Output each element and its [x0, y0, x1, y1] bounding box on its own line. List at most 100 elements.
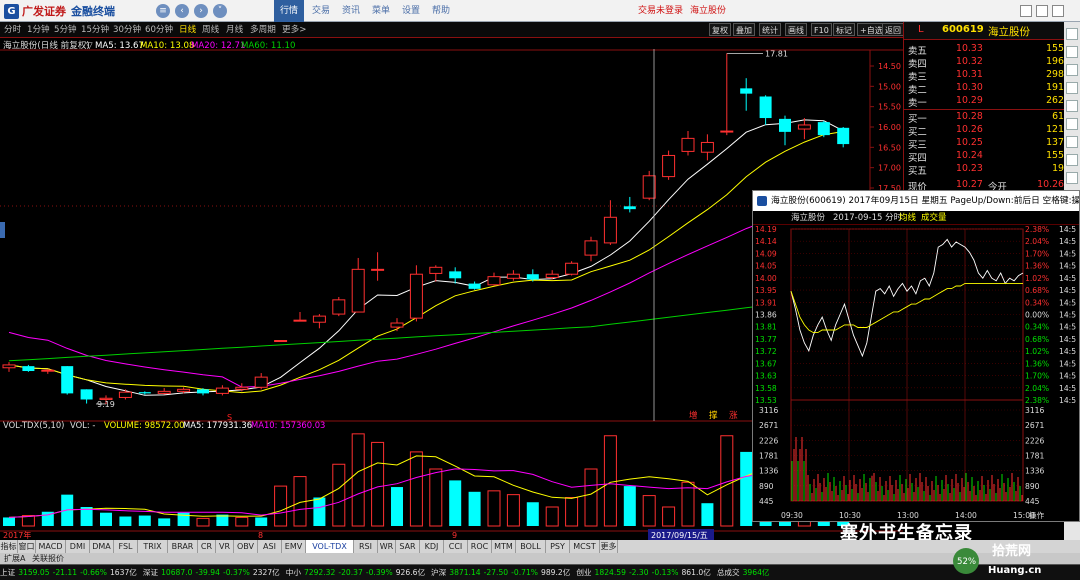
tool-icon-1[interactable]	[1066, 28, 1078, 40]
menu-trade[interactable]: 交易	[306, 0, 336, 22]
menu-quotes[interactable]: 行情	[274, 0, 304, 22]
draw-line-button[interactable]: 画线	[785, 23, 807, 36]
tool-icon-6[interactable]	[1066, 118, 1078, 130]
tab-1min[interactable]: 1分钟	[27, 22, 50, 38]
indicator-tab[interactable]: MTM	[492, 540, 516, 553]
index-quote[interactable]: 中小 7292.32 -20.37 -0.39% 926.6亿	[286, 568, 428, 577]
index-quote[interactable]: 上证 3159.05 -21.11 -0.66% 1637亿	[0, 568, 140, 577]
overlay-button[interactable]: 叠加	[733, 23, 755, 36]
indicator-tab[interactable]: ROC	[468, 540, 492, 553]
candle-body	[274, 340, 288, 343]
indicator-tab[interactable]: 窗口	[18, 540, 36, 553]
popup-subheader: 海立股份 2017-09-15 分时 均线 成交量	[753, 211, 1079, 225]
quote-name: 海立股份	[988, 26, 1030, 38]
candlestick	[351, 257, 365, 313]
tab-5min[interactable]: 5分钟	[54, 22, 77, 38]
tool-icon-2[interactable]	[1066, 46, 1078, 58]
indicator-tab[interactable]: VR	[216, 540, 234, 553]
menu-icon[interactable]: ≡	[156, 4, 170, 18]
indicator-tab[interactable]: DMA	[90, 540, 114, 553]
indicator-tab[interactable]: 指标	[0, 540, 18, 553]
tab-weekly[interactable]: 周线	[202, 22, 219, 38]
close-icon[interactable]	[1052, 5, 1064, 17]
tab-more[interactable]: 更多>	[282, 22, 306, 38]
menu-settings[interactable]: 设置	[396, 0, 426, 22]
tool-icon-4[interactable]	[1066, 82, 1078, 94]
volume-ma5-line	[8, 455, 844, 518]
index-quote[interactable]: 创业 1824.59 -2.30 -0.13% 861.0亿	[576, 568, 713, 577]
tab-60min[interactable]: 60分钟	[145, 22, 173, 38]
tab-monthly[interactable]: 月线	[226, 22, 243, 38]
candle-body	[197, 389, 209, 394]
candle-body	[254, 376, 268, 388]
tab-15min[interactable]: 15分钟	[81, 22, 109, 38]
candlestick	[681, 131, 695, 156]
tool-icon-9[interactable]	[1066, 172, 1078, 184]
intraday-right-cut: 14:5	[1059, 225, 1076, 234]
ask-volume: 155	[1046, 43, 1064, 54]
ma60-line	[8, 295, 844, 362]
indicator-tab[interactable]: OBV	[234, 540, 258, 553]
volume-ma10: MA10: 157360.03	[251, 420, 325, 430]
indicator-tab[interactable]: BOLL	[516, 540, 546, 553]
intraday-price-tick: 14.14	[755, 237, 777, 246]
tab-intraday[interactable]: 分时	[4, 22, 21, 38]
signal-support-marker: 撑	[709, 409, 718, 421]
back-icon[interactable]: ‹	[175, 4, 189, 18]
indicator-tab[interactable]: TRIX	[138, 540, 168, 553]
intraday-popup-window[interactable]: 海立股份(600619) 2017年09月15日 星期五 PageUp/Down…	[752, 190, 1080, 522]
intraday-right-cut: 14:5	[1059, 298, 1076, 307]
tool-icon-3[interactable]	[1066, 64, 1078, 76]
minimize-icon[interactable]	[1020, 5, 1032, 17]
maximize-icon[interactable]	[1036, 5, 1048, 17]
index-quote[interactable]: 沪深 3871.14 -27.50 -0.71% 989.2亿	[431, 568, 573, 577]
indicator-tab[interactable]: ASI	[258, 540, 282, 553]
indicator-tab[interactable]: BRAR	[168, 540, 198, 553]
tool-icon-8[interactable]	[1066, 154, 1078, 166]
indicator-tab[interactable]: 更多	[600, 540, 618, 553]
tool-icon-5[interactable]	[1066, 100, 1078, 112]
menu-news[interactable]: 资讯	[336, 0, 366, 22]
tool-icon-7[interactable]	[1066, 136, 1078, 148]
index-quote[interactable]: 总成交 3964亿	[717, 568, 773, 577]
f10-button[interactable]: F10	[811, 23, 832, 36]
tab-30min[interactable]: 30分钟	[113, 22, 141, 38]
candlestick	[41, 368, 55, 374]
indicator-tab[interactable]: CR	[198, 540, 216, 553]
forward-icon[interactable]: ›	[194, 4, 208, 18]
ext-tab-related[interactable]: 关联报价	[32, 553, 64, 564]
indicator-tab[interactable]: MCST	[570, 540, 600, 553]
popup-title-bar[interactable]: 海立股份(600619) 2017年09月15日 星期五 PageUp/Down…	[753, 191, 1079, 211]
indicator-tab[interactable]: SAR	[396, 540, 420, 553]
intraday-pct-tick: 2.38%	[1025, 225, 1049, 234]
indicator-tab[interactable]: WR	[378, 540, 396, 553]
tab-multi-period[interactable]: 多周期	[250, 22, 276, 38]
left-panel-handle[interactable]	[0, 222, 5, 238]
indicator-tab[interactable]: CCI	[444, 540, 468, 553]
menu-menu[interactable]: 菜单	[366, 0, 396, 22]
indicator-tab[interactable]: PSY	[546, 540, 570, 553]
candlestick	[487, 272, 501, 286]
indicator-tab[interactable]: MACD	[36, 540, 66, 553]
intraday-op-label: 操作	[1029, 510, 1045, 520]
login-status[interactable]: 交易未登录	[638, 0, 683, 22]
index-percent: -0.39%	[365, 568, 393, 577]
volume-bar	[603, 435, 617, 527]
mark-button[interactable]: 标记	[833, 23, 855, 36]
ext-tab-a[interactable]: 扩展A	[4, 553, 25, 564]
indicator-tab[interactable]: DMI	[66, 540, 90, 553]
collapse-icon[interactable]: ˅	[213, 4, 227, 18]
indicator-tab[interactable]: EMV	[282, 540, 306, 553]
intraday-chart[interactable]: 14.19 2.38% 14:5 14.14 2.04% 14:5 14.09 1.70% 14…	[753, 225, 1079, 521]
tab-daily[interactable]: 日线	[179, 22, 196, 38]
intraday-price-tick: 13.67	[755, 359, 777, 368]
indicator-tab[interactable]: KDJ	[420, 540, 444, 553]
indicator-tab[interactable]: RSI	[354, 540, 378, 553]
indicator-tab[interactable]: FSL	[114, 540, 138, 553]
menu-help[interactable]: 帮助	[426, 0, 456, 22]
statistics-button[interactable]: 统计	[759, 23, 781, 36]
index-quote[interactable]: 深证 10687.0 -39.94 -0.37% 2327亿	[143, 568, 283, 577]
indicator-tab[interactable]: VOL-TDX	[306, 540, 354, 553]
restore-rights-button[interactable]: 复权	[709, 23, 731, 36]
return-button[interactable]: 返回	[882, 23, 904, 36]
